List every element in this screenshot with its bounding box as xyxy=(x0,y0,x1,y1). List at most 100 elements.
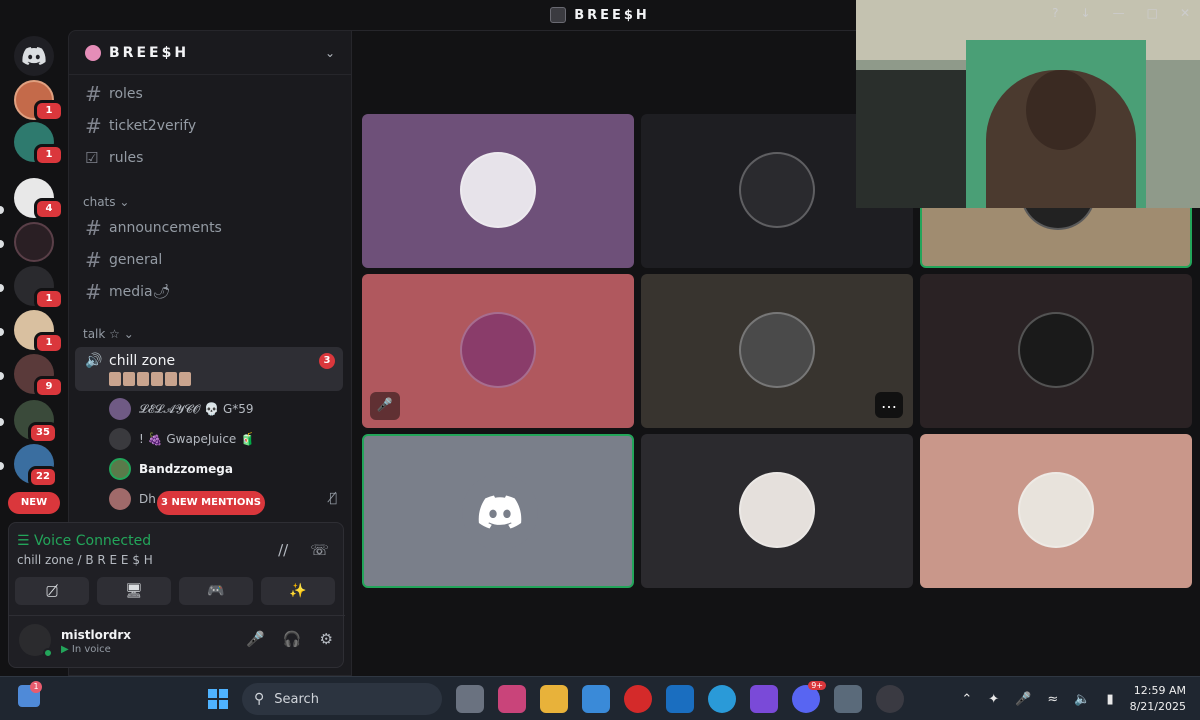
screen-share-icon: 🖥 xyxy=(125,583,143,599)
channel-announcements[interactable]: # announcements xyxy=(77,213,345,243)
muted-mic-icon: 🎤 xyxy=(370,392,400,420)
media-app-icon[interactable] xyxy=(750,685,778,713)
participant-tile[interactable] xyxy=(641,434,913,588)
voice-user[interactable]: Bandzzomega xyxy=(109,455,233,483)
discord-app: BREE$H 1 1 4 1 1 9 35 22 NEW BREE$H ⌄ # … xyxy=(0,0,1200,676)
hash-icon: # xyxy=(85,248,102,272)
channel-ticket2verify[interactable]: # ticket2verify xyxy=(77,111,345,141)
taskbar: 1 ⚲ Search 9+ ⌃ ✦ 🎤 ≈ 🔈 ▮ 12:59 AM 8/21/… xyxy=(0,676,1200,720)
server-badge: 22 xyxy=(28,466,58,488)
participant-tile[interactable]: 🎤 xyxy=(362,274,634,428)
download-icon[interactable]: ↓ xyxy=(1081,6,1091,20)
voice-user[interactable]: Dh xyxy=(109,485,156,513)
speaker-icon: ▶ xyxy=(61,644,69,655)
webcam-overlay[interactable]: ? ↓ — □ ✕ xyxy=(856,0,1200,208)
headphones-icon[interactable]: 🎧 xyxy=(283,630,302,648)
clock[interactable]: 12:59 AM 8/21/2025 xyxy=(1130,683,1186,715)
channel-general[interactable]: # general xyxy=(77,245,345,275)
app-tray-icon[interactable]: ✦ xyxy=(988,692,999,707)
participant-avatar xyxy=(1018,472,1094,548)
channel-media[interactable]: # media🌶 xyxy=(77,277,345,307)
share-screen-button[interactable]: 🖥 xyxy=(97,577,171,605)
noise-suppression-icon[interactable]: ∕∕ xyxy=(278,541,288,559)
taskbar-search[interactable]: ⚲ Search xyxy=(242,683,442,715)
new-unreads-pill[interactable]: NEW xyxy=(8,492,60,514)
gear-icon[interactable]: ⚙ xyxy=(320,630,333,648)
category-talk[interactable]: talk ☆ ⌄ xyxy=(83,327,134,341)
direct-messages-button[interactable] xyxy=(14,36,54,76)
server-badge: 1 xyxy=(34,288,64,310)
participant-tile[interactable] xyxy=(362,434,634,588)
activities-button[interactable]: 🎮 xyxy=(179,577,253,605)
hash-icon: # xyxy=(85,216,102,240)
microphone-icon[interactable]: 🎤 xyxy=(246,630,265,648)
window-title: BREE$H xyxy=(574,7,650,23)
volume-icon[interactable]: 🔈 xyxy=(1074,692,1090,707)
outlook-icon[interactable] xyxy=(666,685,694,713)
wifi-icon[interactable]: ≈ xyxy=(1047,692,1058,707)
category-chats[interactable]: chats ⌄ xyxy=(83,195,129,209)
task-view-icon[interactable] xyxy=(456,685,484,713)
channel-label: media🌶 xyxy=(109,284,171,300)
participant-tile[interactable]: … xyxy=(641,274,913,428)
unread-pip xyxy=(0,284,4,292)
unread-pip xyxy=(0,418,4,426)
voice-avatar-strip xyxy=(109,372,191,386)
obs-icon[interactable] xyxy=(876,685,904,713)
server-badge: 1 xyxy=(34,144,64,166)
avatar xyxy=(109,488,131,510)
channel-label: ticket2verify xyxy=(109,118,197,134)
maximize-icon[interactable]: □ xyxy=(1147,6,1158,20)
participant-tile[interactable] xyxy=(362,114,634,268)
edge-icon[interactable] xyxy=(708,685,736,713)
discord-taskbar-icon[interactable]: 9+ xyxy=(792,681,826,713)
username[interactable]: mistlordrx xyxy=(61,628,131,642)
camera-off-button[interactable]: ▢̸ xyxy=(15,577,89,605)
unread-pip xyxy=(0,462,4,470)
soundboard-icon: ✨ xyxy=(289,583,307,599)
discord-logo-icon xyxy=(22,47,46,65)
windows-start-icon[interactable] xyxy=(204,685,232,713)
file-explorer-icon[interactable] xyxy=(540,685,568,713)
server-icon-4[interactable] xyxy=(14,222,54,262)
server-badge: 1 xyxy=(34,332,64,354)
minimize-icon[interactable]: — xyxy=(1113,6,1125,20)
voice-location[interactable]: chill zone / B R E E $ H xyxy=(17,553,153,567)
participant-avatar xyxy=(460,312,536,388)
user-status: ▶ In voice xyxy=(61,644,111,655)
soundboard-button[interactable]: ✨ xyxy=(261,577,335,605)
online-status-dot xyxy=(43,648,53,658)
microphone-icon[interactable]: 🎤 xyxy=(1015,692,1031,707)
battery-icon[interactable]: ▮ xyxy=(1106,692,1113,707)
channel-label: rules xyxy=(109,150,144,166)
copilot-icon[interactable] xyxy=(498,685,526,713)
signal-icon: ☰ xyxy=(17,533,30,549)
chevron-down-icon: ⌄ xyxy=(123,327,134,341)
help-icon[interactable]: ? xyxy=(1052,6,1058,20)
opera-icon[interactable] xyxy=(624,685,652,713)
chevron-up-icon[interactable]: ⌃ xyxy=(961,692,972,707)
voice-user[interactable]: 𝓛𝓔𝓛𝓐𝓨𝓒𝓞 💀 G*59 xyxy=(109,395,254,423)
avatar xyxy=(109,458,131,480)
close-icon[interactable]: ✕ xyxy=(1180,6,1190,20)
muted-mic-icon: 🎙̸ xyxy=(329,491,337,506)
channel-rules[interactable]: ☑ rules xyxy=(77,143,345,173)
discord-badge: 9+ xyxy=(808,681,826,690)
voice-channel-chill-zone[interactable]: 🔊 chill zone 3 xyxy=(75,347,343,391)
chevron-down-icon: ⌄ xyxy=(324,45,335,60)
camera-app-icon[interactable] xyxy=(834,685,862,713)
discord-logo-icon xyxy=(462,474,538,550)
server-header[interactable]: BREE$H ⌄ xyxy=(69,31,351,75)
voice-channel-label: chill zone xyxy=(109,353,176,369)
channel-roles[interactable]: # roles xyxy=(77,79,345,109)
server-flower-icon xyxy=(85,44,101,61)
participant-tile[interactable] xyxy=(920,274,1192,428)
voice-user[interactable]: ! 🍇 GwapeJuice 🧃 xyxy=(109,425,255,453)
voice-status[interactable]: ☰ Voice Connected xyxy=(17,533,151,549)
participant-tile[interactable] xyxy=(920,434,1192,588)
more-options-icon[interactable]: … xyxy=(875,392,903,418)
new-mentions-pill[interactable]: 3 NEW MENTIONS xyxy=(157,491,265,515)
disconnect-icon[interactable]: ☏ xyxy=(310,541,329,559)
server-badge: 4 xyxy=(34,198,64,220)
store-icon[interactable] xyxy=(582,685,610,713)
